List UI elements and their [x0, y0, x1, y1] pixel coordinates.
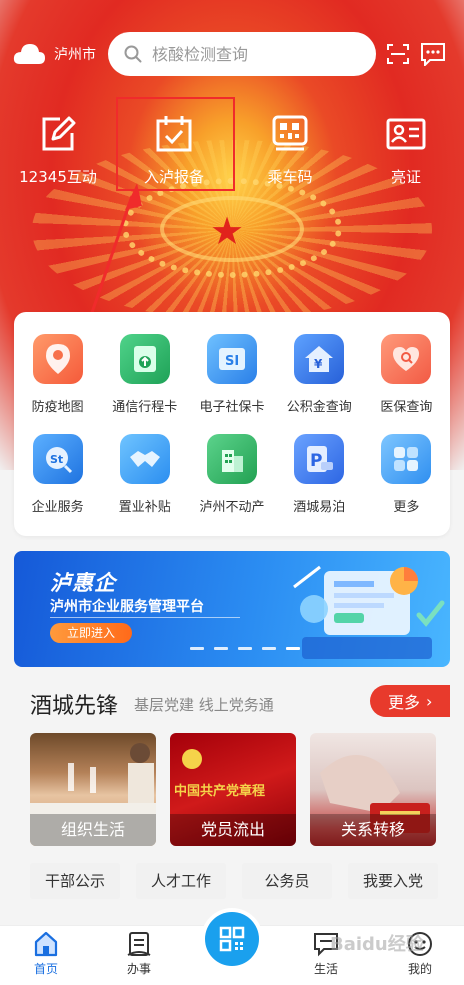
services-grid: 防疫地图 通信行程卡 SI 电子社保卡 ¥ 公积金查询 医保查询 St 企业服务… [14, 312, 450, 534]
photo-caption: 党员流出 [170, 814, 296, 846]
service-label: 泸州不动产 [199, 500, 265, 515]
pagination-dot[interactable] [214, 647, 228, 650]
service-more[interactable]: 更多 [363, 434, 450, 534]
qr-scan-icon [219, 926, 245, 952]
star-icon: ★ [210, 209, 245, 253]
photo-card-organization[interactable]: 组织生活 [30, 733, 156, 846]
services-card: 防疫地图 通信行程卡 SI 电子社保卡 ¥ 公积金查询 医保查询 St 企业服务… [14, 312, 450, 536]
service-home-subsidy[interactable]: 置业补贴 [101, 434, 188, 534]
parking-icon: P [294, 434, 345, 484]
service-label: 通信行程卡 [112, 400, 178, 415]
quick-action-label: 12345互动 [19, 168, 97, 186]
service-social-security[interactable]: SI 电子社保卡 [188, 334, 275, 434]
scan-icon[interactable] [386, 42, 410, 66]
svg-text:P: P [310, 451, 322, 471]
quick-action-bus-code[interactable]: 乘车码 [232, 110, 348, 200]
service-travel-card[interactable]: 通信行程卡 [101, 334, 188, 434]
search-bar[interactable] [108, 32, 376, 76]
service-medical-insurance[interactable]: 医保查询 [363, 334, 450, 434]
edit-icon [42, 116, 76, 151]
more-label: 更多 [388, 693, 421, 712]
watermark: Baidu经验 [330, 934, 424, 955]
service-enterprise[interactable]: St 企业服务 [14, 434, 101, 534]
svg-text:¥: ¥ [314, 357, 323, 371]
section-subtitle: 基层党建 线上党务通 [134, 696, 274, 714]
banner-enter-button[interactable]: 立即进入 [50, 623, 132, 643]
nav-label: 我的 [407, 962, 432, 976]
qr-code-icon [272, 115, 308, 151]
banner-divider [50, 617, 240, 618]
medical-insurance-icon [381, 334, 432, 384]
pagination-dot[interactable] [190, 647, 204, 650]
travel-card-icon [119, 334, 170, 384]
party-tags: 干部公示 人才工作 公务员 我要入党 [30, 863, 438, 899]
section-title: 酒城先锋 [30, 694, 119, 719]
service-label: 电子社保卡 [199, 400, 265, 415]
quick-action-12345[interactable]: 12345互动 [0, 110, 116, 200]
search-icon [124, 45, 142, 63]
building-icon [206, 434, 257, 484]
nav-home[interactable]: 首页 [16, 930, 76, 977]
service-label: 企业服务 [31, 500, 84, 515]
service-parking[interactable]: P 酒城易泊 [276, 434, 363, 534]
service-real-estate[interactable]: 泸州不动产 [188, 434, 275, 534]
more-grid-icon [381, 434, 432, 484]
tag-talent-work[interactable]: 人才工作 [136, 863, 226, 899]
city-label[interactable]: 泸州市 [54, 44, 96, 64]
photo-caption: 组织生活 [30, 814, 156, 846]
service-housing-fund[interactable]: ¥ 公积金查询 [276, 334, 363, 434]
platform-illustration [293, 565, 445, 659]
service-label: 医保查询 [380, 400, 433, 415]
center-scan-button[interactable] [205, 912, 259, 966]
message-icon[interactable] [420, 42, 446, 66]
banner-pagination [190, 647, 300, 650]
nav-service[interactable]: 办事 [109, 930, 169, 977]
service-icon [127, 932, 151, 956]
pagination-dot-active[interactable] [286, 647, 300, 650]
enterprise-icon: St [32, 434, 83, 484]
photo-caption: 关系转移 [310, 814, 436, 846]
housing-fund-icon: ¥ [294, 334, 345, 384]
top-bar: 泸州市 [0, 30, 464, 78]
service-label: 更多 [393, 500, 420, 515]
nav-label: 生活 [313, 962, 338, 976]
photo-card-relation-transfer[interactable]: 关系转移 [310, 733, 436, 846]
home-icon [34, 931, 58, 957]
tag-civil-servant[interactable]: 公务员 [242, 863, 332, 899]
pagination-dot[interactable] [262, 647, 276, 650]
service-label: 公积金查询 [286, 400, 352, 415]
service-label: 置业补贴 [118, 500, 171, 515]
quick-action-label: 亮证 [390, 168, 421, 186]
annotation-highlight-box [116, 97, 235, 191]
banner-subtitle: 泸州市企业服务管理平台 [50, 599, 204, 615]
more-button[interactable]: 更多 › [370, 685, 450, 717]
quick-action-label: 乘车码 [267, 168, 313, 186]
handshake-icon [119, 434, 170, 484]
social-security-icon: SI [206, 334, 257, 384]
service-label: 酒城易泊 [293, 500, 346, 515]
quick-action-show-id[interactable]: 亮证 [348, 110, 464, 200]
party-photos: 组织生活 中国共产党章程 党员流出 关系转移 [30, 733, 436, 846]
promo-banner[interactable]: 泸惠企 泸州市企业服务管理平台 立即进入 [14, 551, 450, 667]
tag-cadre-notice[interactable]: 干部公示 [30, 863, 120, 899]
service-label: 防疫地图 [31, 400, 84, 415]
tag-join-party[interactable]: 我要入党 [348, 863, 438, 899]
svg-text:St: St [50, 453, 63, 466]
id-card-icon [386, 118, 426, 150]
chevron-right-icon: › [426, 691, 433, 711]
cloud-icon [13, 44, 45, 64]
pagination-dot[interactable] [238, 647, 252, 650]
svg-text:SI: SI [225, 354, 239, 369]
search-input[interactable] [152, 44, 352, 64]
photo-card-member-outflow[interactable]: 中国共产党章程 党员流出 [170, 733, 296, 846]
map-pin-icon [32, 334, 83, 384]
book-cover-text: 中国共产党章程 [174, 783, 265, 799]
banner-title: 泸惠企 [50, 571, 116, 595]
nav-label: 办事 [126, 962, 151, 976]
service-epidemic-map[interactable]: 防疫地图 [14, 334, 101, 434]
nav-label: 首页 [33, 962, 58, 976]
